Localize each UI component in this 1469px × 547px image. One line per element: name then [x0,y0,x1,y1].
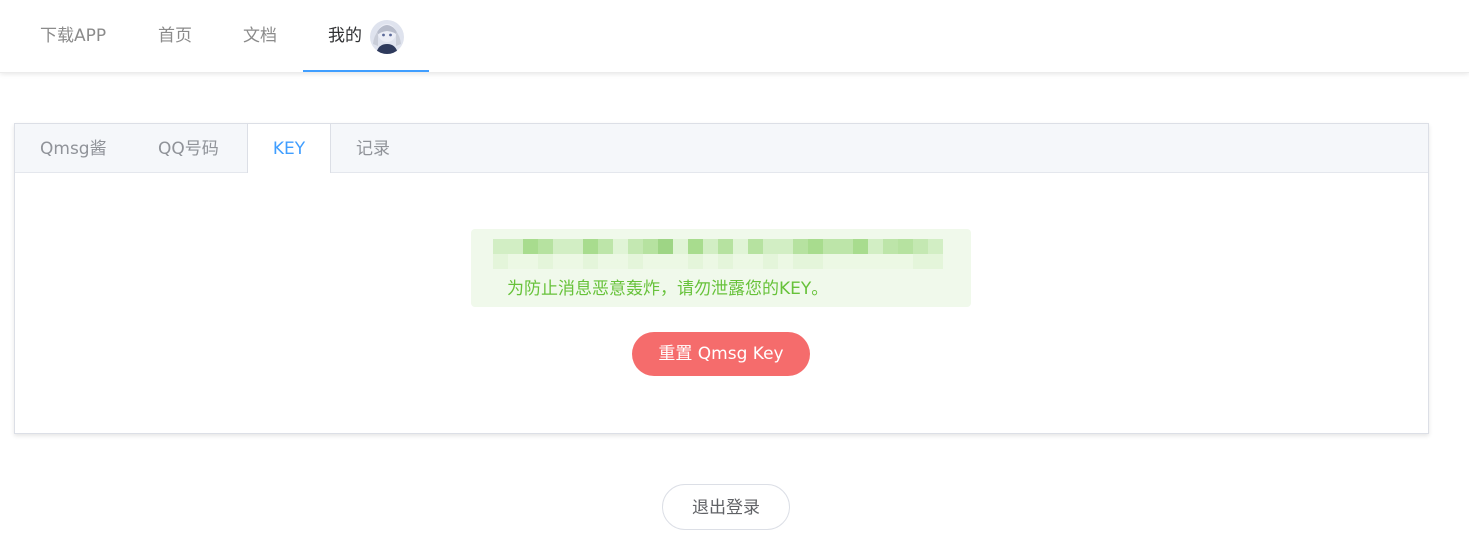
key-mosaic-cell [493,254,508,269]
key-mosaic-cell [808,254,823,269]
key-mosaic-cell [598,239,613,254]
key-mosaic-cell [673,254,688,269]
key-mosaic-cell [703,254,718,269]
key-mosaic-cell [853,254,868,269]
key-mosaic-cell [733,254,748,269]
key-mosaic-cell [658,254,673,269]
key-mosaic-cell [898,239,913,254]
key-mosaic-cell [778,254,793,269]
key-mosaic-cell [868,239,883,254]
key-mosaic-cell [898,254,913,269]
user-avatar[interactable] [370,20,404,54]
key-mosaic-cell [883,254,898,269]
key-mosaic-cell [628,254,643,269]
key-mosaic-cell [688,239,703,254]
key-mosaic-cell [613,239,628,254]
key-mosaic-cell [838,254,853,269]
key-mosaic-cell [643,254,658,269]
key-mosaic-cell [508,239,523,254]
key-mosaic-cell [928,239,943,254]
key-mosaic-cell [763,239,778,254]
logout-button[interactable]: 退出登录 [662,484,790,530]
key-mosaic-cell [628,239,643,254]
key-mosaic-cell [868,254,883,269]
key-mosaic-cell [748,254,763,269]
nav-active-indicator [303,70,429,72]
key-mosaic-cell [523,254,538,269]
nav-download-app[interactable]: 下载APP [40,0,106,72]
key-mosaic-cell [553,254,568,269]
key-mosaic-cell [838,239,853,254]
key-mosaic-cell [583,254,598,269]
key-mosaic-cell [823,239,838,254]
key-mosaic-cell [778,239,793,254]
key-mosaic-cell [853,239,868,254]
key-mosaic-cell [538,239,553,254]
key-mosaic-cell [598,254,613,269]
key-mosaic-cell [538,254,553,269]
key-mosaic-cell [613,254,628,269]
key-mosaic-cell [703,239,718,254]
key-mosaic-cell [718,239,733,254]
key-mosaic-cell [883,239,898,254]
tab-key[interactable]: KEY [247,124,331,173]
key-mosaic-cell [928,254,943,269]
key-mosaic-cell [658,239,673,254]
key-mosaic-cell [508,254,523,269]
key-mosaic-cell [733,239,748,254]
key-mosaic-cell [583,239,598,254]
key-mosaic-cell [493,239,508,254]
key-mosaic-cell [568,239,583,254]
nav-docs[interactable]: 文档 [243,0,277,72]
key-alert: 为防止消息恶意轰炸，请勿泄露您的KEY。 [471,229,971,307]
nav-mine[interactable]: 我的 [328,0,362,72]
tab-records[interactable]: 记录 [356,124,390,172]
key-mosaic-cell [913,239,928,254]
key-mosaic-cell [523,239,538,254]
tab-bar: Qmsg酱 QQ号码 KEY 记录 [15,124,1428,173]
settings-card: Qmsg酱 QQ号码 KEY 记录 为防止消息恶意轰炸，请勿泄露您的KEY。 重… [14,123,1429,434]
tab-qmsg[interactable]: Qmsg酱 [40,124,107,172]
key-mosaic-cell [643,239,658,254]
key-value-redacted [493,239,948,269]
key-mosaic-cell [688,254,703,269]
key-mosaic-cell [553,239,568,254]
key-mosaic-cell [913,254,928,269]
top-navigation: 下载APP 首页 文档 我的 [0,0,1469,73]
key-mosaic-cell [793,239,808,254]
key-warning-text: 为防止消息恶意轰炸，请勿泄露您的KEY。 [507,279,829,299]
reset-key-button[interactable]: 重置 Qmsg Key [632,332,810,376]
nav-home[interactable]: 首页 [158,0,192,72]
key-mosaic-cell [748,239,763,254]
tab-qq-number[interactable]: QQ号码 [158,124,219,172]
key-mosaic-cell [568,254,583,269]
key-mosaic-cell [718,254,733,269]
key-mosaic-cell [808,239,823,254]
key-mosaic-cell [823,254,838,269]
key-mosaic-cell [673,239,688,254]
key-mosaic-cell [763,254,778,269]
key-mosaic-cell [793,254,808,269]
